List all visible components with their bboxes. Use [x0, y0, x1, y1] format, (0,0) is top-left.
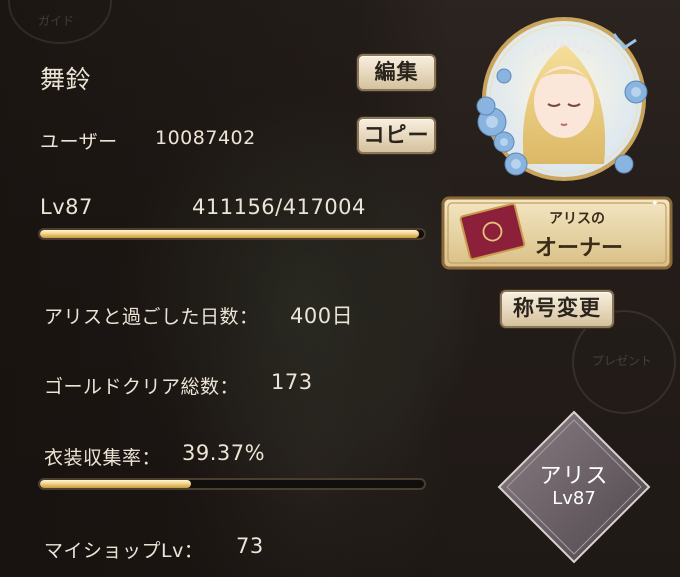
gold-clear-label: ゴールドクリア総数：	[44, 376, 240, 398]
exp-text: 411156/417004	[192, 195, 366, 219]
costume-rate-label: 衣装収集率：	[44, 447, 162, 469]
days-value: 400日	[290, 304, 354, 328]
costume-rate-bar	[38, 478, 426, 490]
costume-rate-bar-fill	[40, 480, 192, 488]
character-level-diamond[interactable]: アリス Lv87	[497, 410, 651, 564]
exp-bar	[38, 228, 426, 240]
player-name: 舞鈴	[40, 65, 92, 94]
user-id-value: 10087402	[155, 127, 256, 149]
character-name: アリス	[539, 464, 609, 489]
change-title-button[interactable]: 称号変更	[500, 290, 614, 328]
edit-name-button[interactable]: 編集	[357, 54, 436, 91]
costume-rate-value: 39.37%	[182, 441, 266, 465]
shop-level-label: マイショップLv：	[44, 540, 204, 562]
present-menu-label: プレゼント	[592, 354, 653, 368]
gold-clear-value: 173	[271, 370, 313, 394]
owner-title-badge[interactable]: ✦ アリスの オーナー	[441, 196, 673, 270]
copy-id-button[interactable]: コピー	[357, 117, 436, 154]
owner-title-line2: オーナー	[535, 236, 624, 261]
character-avatar[interactable]	[464, 14, 656, 188]
user-id-label: ユーザー	[40, 131, 118, 153]
player-level: Lv87	[40, 195, 93, 219]
guide-menu-label: ガイド	[38, 14, 75, 28]
svg-text:✦: ✦	[651, 199, 659, 209]
owner-title-line1: アリスの	[549, 211, 605, 227]
exp-bar-fill	[40, 230, 419, 238]
days-label: アリスと過ごした日数：	[44, 306, 259, 328]
shop-level-value: 73	[236, 534, 264, 558]
character-level: Lv87	[552, 488, 596, 509]
